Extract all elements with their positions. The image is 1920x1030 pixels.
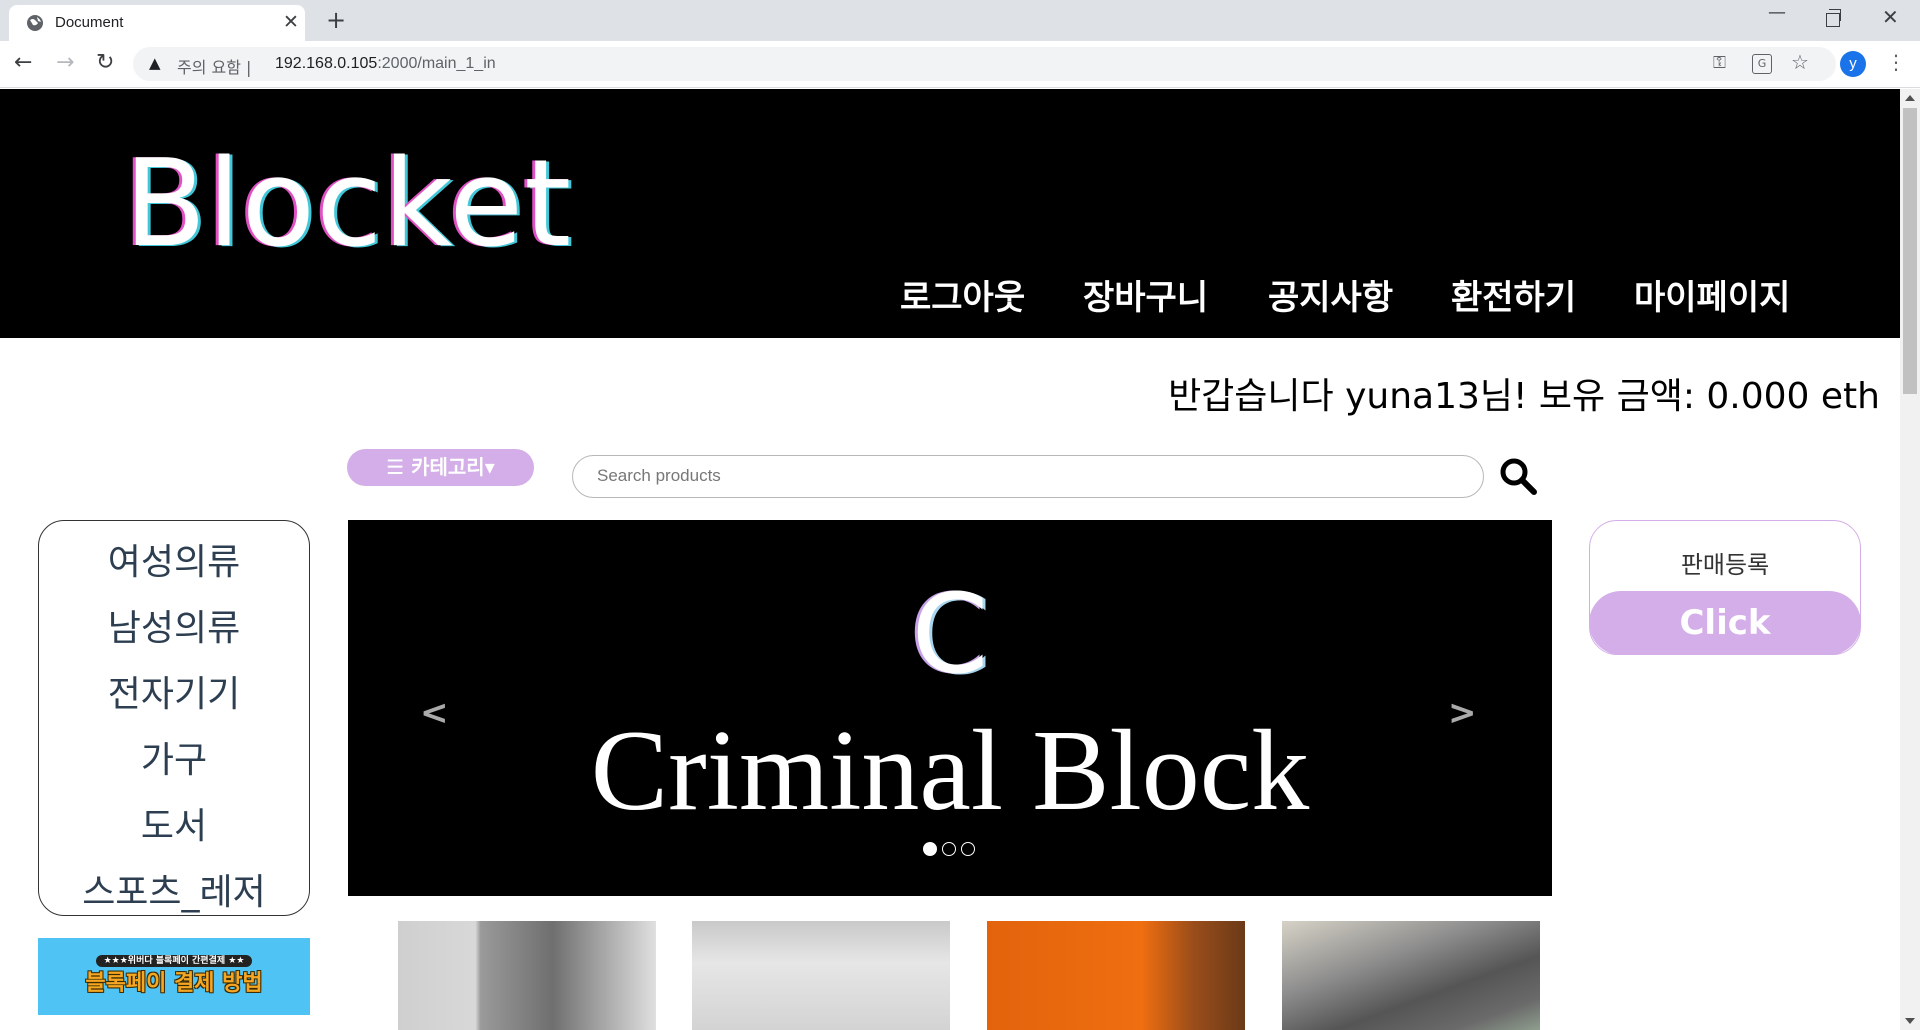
- carousel-logo-letter: C: [911, 570, 989, 698]
- carousel-dot-1[interactable]: [923, 842, 937, 856]
- product-thumbnail[interactable]: [1282, 921, 1540, 1030]
- search-icon[interactable]: [1497, 455, 1539, 497]
- sidebar-item-sports-leisure[interactable]: 스포츠_레저: [39, 863, 309, 915]
- scrollbar-thumb[interactable]: [1903, 108, 1917, 394]
- page-viewport: Blocket 로그아웃 장바구니 공지사항 환전하기 마이페이지 반갑습니다 …: [0, 89, 1900, 1030]
- back-arrow-icon[interactable]: ←: [14, 50, 32, 76]
- reload-icon[interactable]: ↻: [96, 50, 114, 76]
- browser-toolbar: ← → ↻ ▲ 주의 요함 | 192.168.0.105:2000/main_…: [0, 41, 1920, 88]
- new-tab-button[interactable]: +: [326, 7, 346, 33]
- hero-carousel: C Criminal Block < >: [348, 520, 1552, 896]
- sidebar-item-electronics[interactable]: 전자기기: [39, 665, 309, 717]
- search-input[interactable]: [597, 466, 1457, 486]
- nav-exchange[interactable]: 환전하기: [1451, 270, 1576, 319]
- carousel-indicators: [923, 842, 975, 856]
- warning-icon[interactable]: ▲: [149, 54, 161, 72]
- search-box: [572, 455, 1484, 498]
- sidebar-item-furniture[interactable]: 가구: [39, 731, 309, 783]
- globe-icon: [27, 15, 43, 31]
- kebab-menu-icon[interactable]: ⋮: [1886, 50, 1906, 74]
- window-close-icon[interactable]: ✕: [1882, 7, 1899, 27]
- nav-mypage[interactable]: 마이페이지: [1634, 270, 1790, 319]
- carousel-dot-2[interactable]: [942, 842, 956, 856]
- browser-tab[interactable]: Document ✕: [9, 5, 305, 41]
- url-path: :2000/main_1_in: [377, 55, 496, 72]
- user-greeting: 반갑습니다 yuna13님! 보유 금액: 0.000 eth: [1168, 376, 1880, 417]
- chevron-right-icon[interactable]: >: [1448, 693, 1477, 733]
- tab-title: Document: [55, 14, 124, 31]
- translate-icon[interactable]: G: [1752, 54, 1772, 74]
- category-sidebar: 여성의류 남성의류 전자기기 가구 도서 스포츠_레저: [38, 520, 310, 916]
- sell-click-button[interactable]: Click: [1589, 591, 1861, 655]
- product-thumbnail[interactable]: [692, 921, 950, 1030]
- page-scrollbar[interactable]: [1900, 89, 1920, 1030]
- browser-tab-strip: Document ✕ + — ✕: [0, 0, 1920, 41]
- minimize-icon[interactable]: —: [1768, 3, 1786, 23]
- url-text[interactable]: 192.168.0.105:2000/main_1_in: [275, 55, 496, 73]
- scroll-down-arrow-icon[interactable]: [1905, 1018, 1915, 1024]
- restore-icon[interactable]: [1826, 9, 1841, 27]
- sell-registration-card: 판매등록 Click: [1589, 520, 1861, 655]
- sidebar-item-womens-clothing[interactable]: 여성의류: [39, 533, 309, 585]
- site-logo[interactable]: Blocket: [124, 135, 572, 274]
- carousel-title: Criminal Block: [590, 707, 1310, 835]
- site-header: Blocket 로그아웃 장바구니 공지사항 환전하기 마이페이지: [0, 89, 1900, 338]
- security-warning-label[interactable]: 주의 요함 |: [177, 54, 251, 78]
- banner-title: 블록페이 결제 방법: [85, 971, 263, 996]
- product-thumbnail[interactable]: [987, 921, 1245, 1030]
- sidebar-item-books[interactable]: 도서: [39, 797, 309, 849]
- nav-cart[interactable]: 장바구니: [1083, 270, 1208, 319]
- profile-avatar[interactable]: y: [1840, 51, 1866, 77]
- sell-label: 판매등록: [1680, 551, 1770, 579]
- key-icon[interactable]: ⚿: [1713, 53, 1726, 73]
- tab-close-icon[interactable]: ✕: [283, 12, 299, 32]
- forward-arrow-icon[interactable]: →: [56, 50, 74, 76]
- product-thumbnail[interactable]: [398, 921, 656, 1030]
- chevron-left-icon[interactable]: <: [420, 693, 449, 733]
- url-host: 192.168.0.105: [275, 55, 378, 72]
- scroll-up-arrow-icon[interactable]: [1905, 95, 1915, 101]
- nav-logout[interactable]: 로그아웃: [900, 270, 1025, 319]
- blockpay-guide-banner[interactable]: ★★★위버다 블록페이 간편결제 ★★ 블록페이 결제 방법: [38, 938, 310, 1015]
- nav-notice[interactable]: 공지사항: [1268, 270, 1393, 319]
- address-bar[interactable]: ▲ 주의 요함 | 192.168.0.105:2000/main_1_in ⚿…: [133, 47, 1836, 81]
- sidebar-item-mens-clothing[interactable]: 남성의류: [39, 599, 309, 651]
- carousel-dot-3[interactable]: [961, 842, 975, 856]
- bookmark-star-icon[interactable]: ☆: [1791, 52, 1809, 72]
- category-dropdown-button[interactable]: ☰ 카테고리▾: [347, 449, 534, 486]
